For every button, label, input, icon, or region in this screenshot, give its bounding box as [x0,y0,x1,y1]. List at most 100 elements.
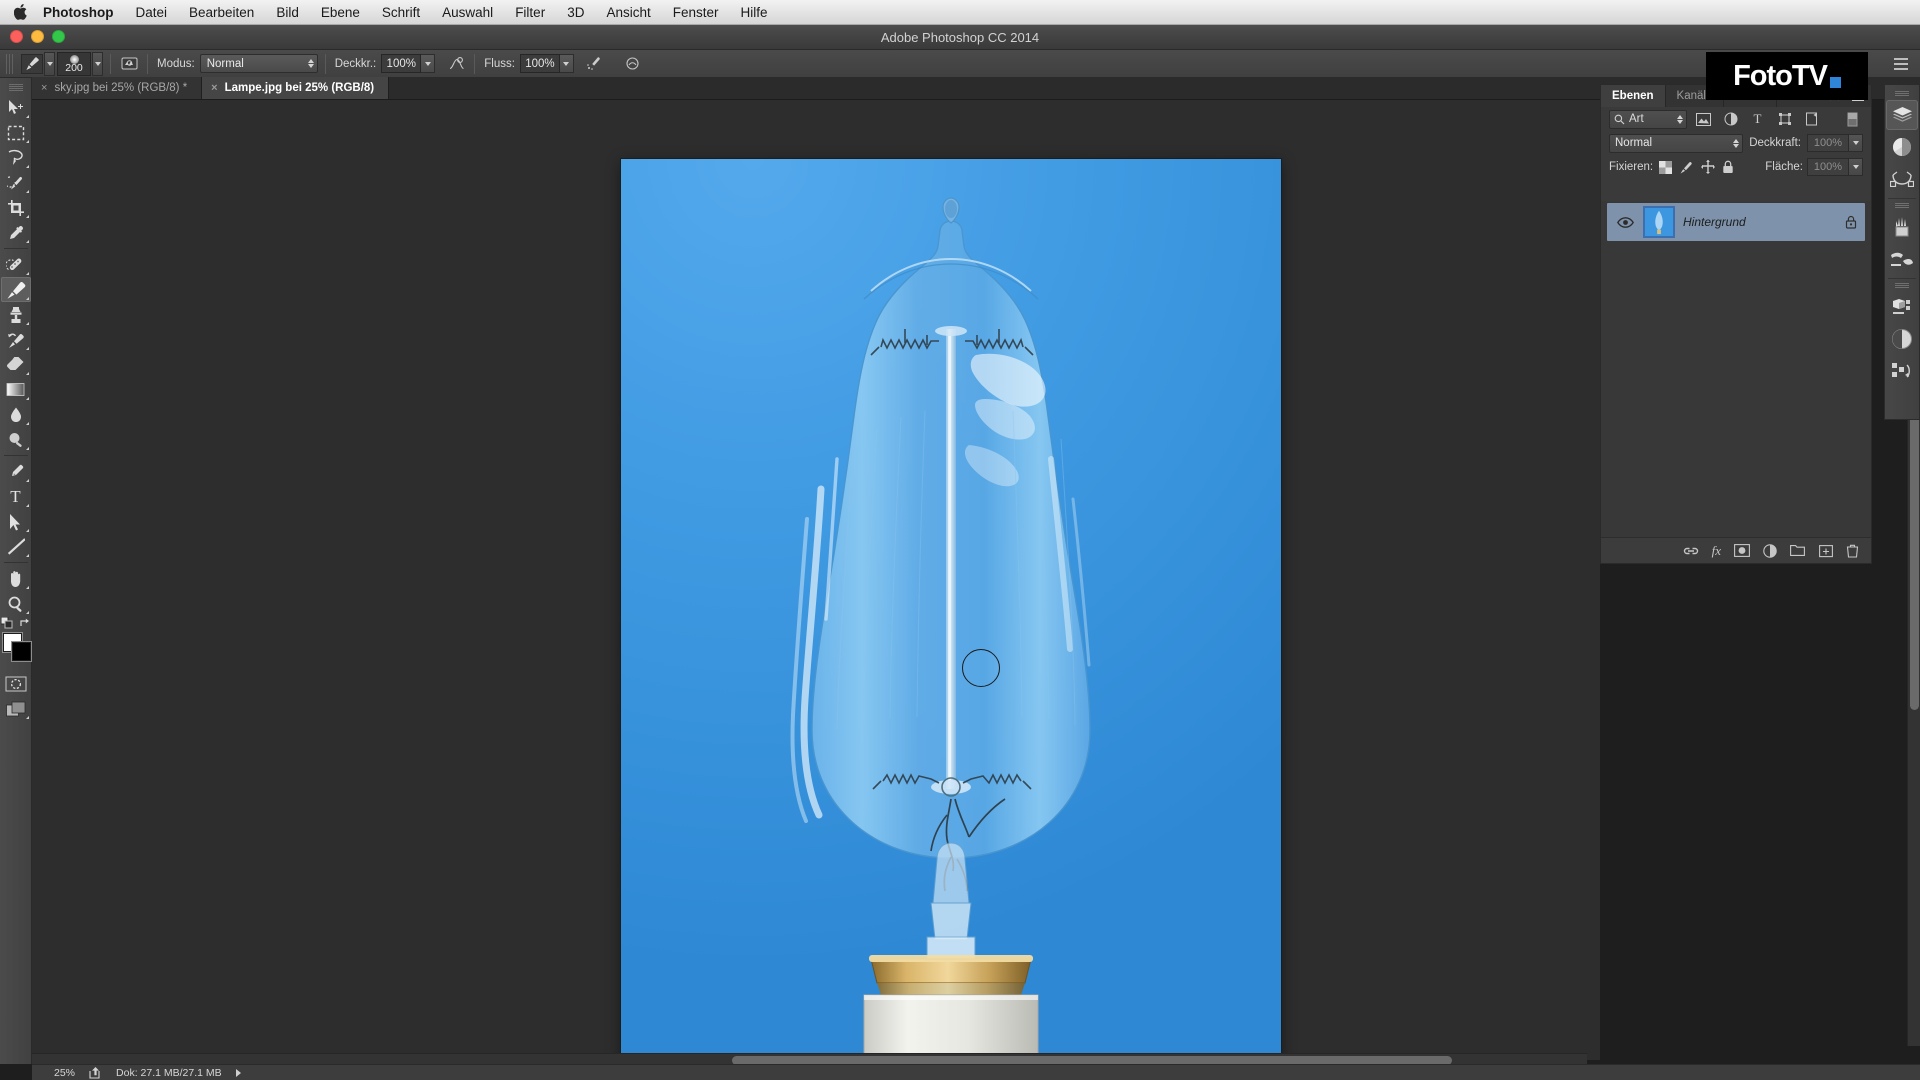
blur-tool[interactable] [1,402,31,427]
document-tab-lampe[interactable]: × Lampe.jpg bei 25% (RGB/8) [202,77,390,99]
workspace-switcher-icon[interactable] [1890,53,1912,75]
airbrush-icon[interactable] [584,53,606,75]
actions-panel-icon[interactable] [1886,356,1918,386]
share-icon[interactable] [89,1066,102,1079]
rail-grip-3[interactable] [1895,283,1909,289]
gradient-tool[interactable] [1,377,31,402]
brush-preset-picker[interactable] [21,51,55,76]
layer-opacity-input[interactable]: 100% [1807,134,1849,152]
close-icon[interactable]: × [211,82,217,94]
adjustment-layer-filter-icon[interactable] [1720,110,1741,129]
filter-toggle-icon[interactable] [1842,110,1863,129]
history-brush-tool[interactable] [1,327,31,352]
screen-mode-toggle[interactable] [1,696,31,721]
layer-filter-select[interactable]: Art [1609,109,1687,129]
default-colors-icon[interactable] [0,617,13,629]
menu-item-schrift[interactable]: Schrift [371,0,431,25]
lock-position-icon[interactable] [1701,160,1716,174]
menu-item-fenster[interactable]: Fenster [662,0,730,25]
opacity-pressure-icon[interactable] [445,53,467,75]
lasso-tool[interactable] [1,145,31,170]
link-layers-icon[interactable] [1683,545,1699,557]
brush-panel-icon[interactable] [1886,244,1918,274]
menu-item-photoshop[interactable]: Photoshop [32,0,125,25]
zoom-level-value[interactable]: 25% [54,1067,75,1079]
apple-logo-icon[interactable] [10,0,32,25]
document-tab-sky[interactable]: × sky.jpg bei 25% (RGB/8) * [32,77,203,99]
layer-thumbnail[interactable] [1643,206,1675,238]
brush-smoothing-icon[interactable] [622,53,644,75]
path-selection-tool[interactable] [1,509,31,534]
lock-transparency-icon[interactable] [1659,160,1673,174]
rectangular-marquee-tool[interactable] [1,120,31,145]
eraser-tool[interactable] [1,352,31,377]
rail-grip[interactable] [1895,91,1909,97]
swap-colors-icon[interactable] [19,617,31,629]
options-bar-grip[interactable] [6,53,15,74]
close-icon[interactable]: × [41,82,47,94]
toolbar-grip[interactable] [8,84,23,91]
triangle-right-icon[interactable] [235,1068,241,1077]
crop-tool[interactable] [1,195,31,220]
move-tool[interactable] [1,95,31,120]
layer-blend-mode-select[interactable]: Normal [1609,133,1744,153]
zoom-tool[interactable] [1,591,31,616]
rail-grip-2[interactable] [1895,203,1909,209]
healing-brush-tool[interactable] [1,252,31,277]
layer-style-fx-icon[interactable]: fx [1712,542,1721,560]
menu-item-filter[interactable]: Filter [504,0,556,25]
paths-panel-icon[interactable] [1886,164,1918,194]
eye-icon[interactable] [1615,216,1635,228]
menu-item-ansicht[interactable]: Ansicht [595,0,661,25]
new-group-icon[interactable] [1790,544,1806,557]
menu-item-auswahl[interactable]: Auswahl [431,0,504,25]
quick-selection-tool[interactable] [1,170,31,195]
brush-size-value[interactable]: 200 [57,51,91,76]
blend-mode-select[interactable]: Normal [199,54,318,73]
canvas-area[interactable] [32,100,1600,1060]
brush-presets-panel-icon[interactable] [1886,212,1918,242]
dodge-tool[interactable] [1,427,31,452]
layer-mask-icon[interactable] [1734,544,1750,557]
flow-dropdown[interactable] [559,54,574,73]
brush-tool[interactable] [0,277,31,302]
close-window-button[interactable] [10,30,23,43]
adjustment-circle-icon[interactable] [1886,324,1918,354]
lock-icon[interactable] [1845,215,1857,229]
shape-layer-filter-icon[interactable] [1774,110,1795,129]
lock-all-icon[interactable] [1722,160,1734,174]
menu-item-hilfe[interactable]: Hilfe [730,0,779,25]
brush-preset-dropdown[interactable] [44,51,55,76]
opacity-input[interactable]: 100% [381,54,422,73]
lock-image-pixels-icon[interactable] [1679,161,1694,174]
tablet-pressure-icon[interactable] [118,53,140,75]
menu-item-bild[interactable]: Bild [265,0,310,25]
menu-item-bearbeiten[interactable]: Bearbeiten [178,0,265,25]
smart-object-filter-icon[interactable] [1801,110,1822,129]
line-tool[interactable] [1,534,31,559]
menu-item-ebene[interactable]: Ebene [310,0,371,25]
pen-tool[interactable] [1,459,31,484]
menu-item-datei[interactable]: Datei [125,0,179,25]
minimize-window-button[interactable] [31,30,44,43]
new-layer-icon[interactable] [1819,544,1833,558]
layers-panel-icon[interactable] [1886,100,1918,130]
quick-mask-toggle[interactable] [1,671,31,696]
type-tool[interactable]: T [1,484,31,509]
layer-fill-dropdown[interactable] [1849,158,1863,176]
layers-list[interactable]: Hintergrund [1601,201,1871,537]
menu-item-3d[interactable]: 3D [556,0,595,25]
background-color-swatch[interactable] [11,642,31,661]
pixel-layer-filter-icon[interactable] [1693,110,1714,129]
maximize-window-button[interactable] [52,30,65,43]
hand-tool[interactable] [1,566,31,591]
flow-input[interactable]: 100% [519,54,560,73]
layer-opacity-dropdown[interactable] [1849,134,1863,152]
delete-layer-icon[interactable] [1846,544,1859,558]
tab-ebenen[interactable]: Ebenen [1601,85,1666,107]
eyedropper-tool[interactable] [1,220,31,245]
brush-size-dropdown[interactable] [92,51,103,76]
opacity-dropdown[interactable] [421,54,436,73]
adjustments-panel-icon[interactable] [1886,132,1918,162]
3d-panel-icon[interactable] [1886,292,1918,322]
